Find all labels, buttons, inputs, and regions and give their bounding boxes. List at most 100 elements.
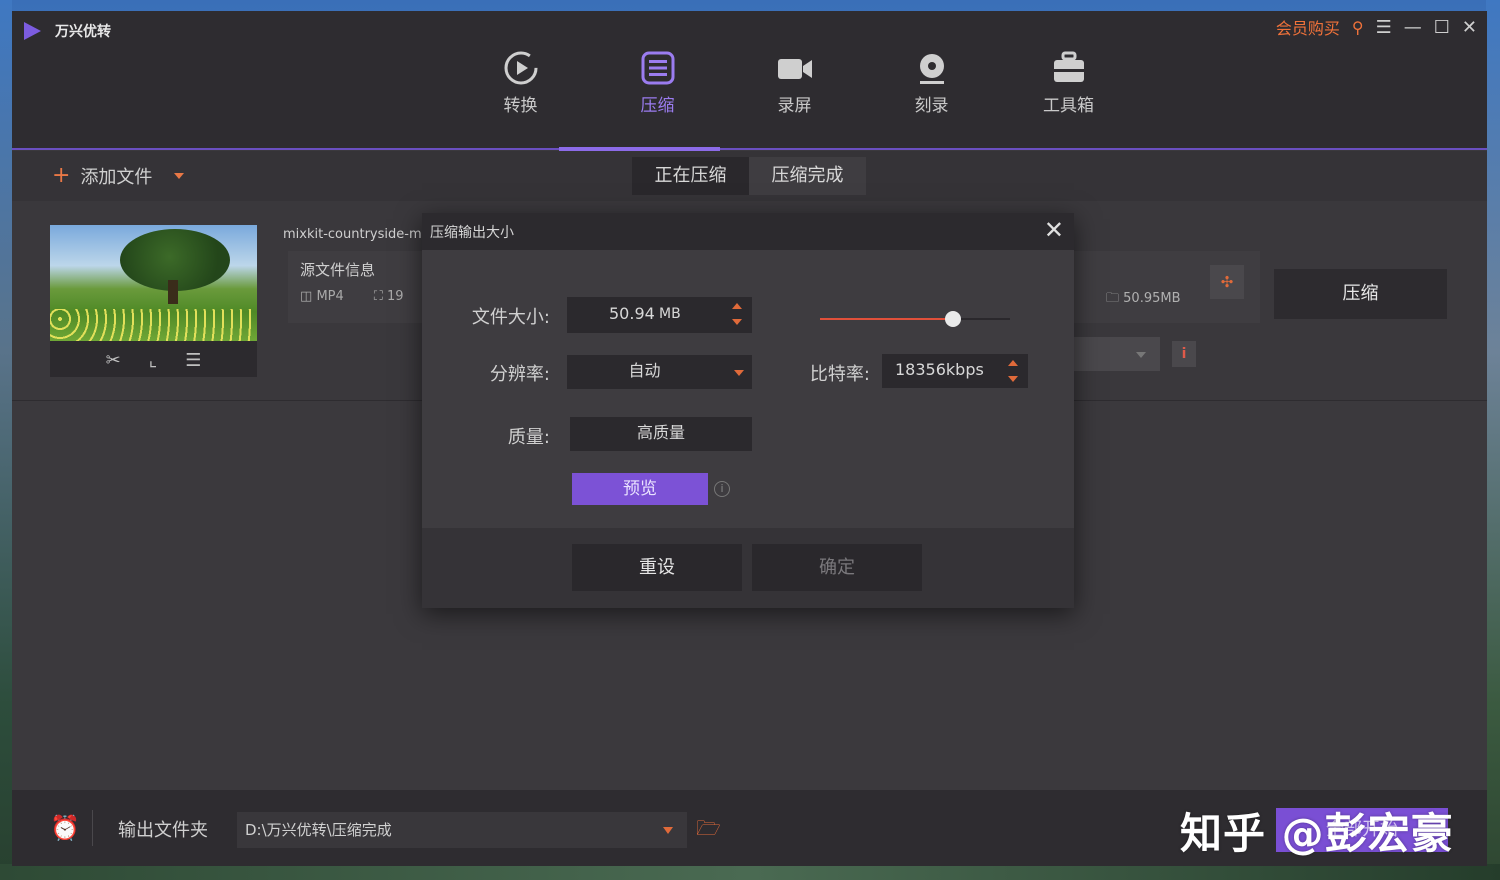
open-folder-icon[interactable]: 🗁 [696,814,721,848]
chevron-down-icon [734,370,744,376]
quality-value: 高质量 [636,423,685,442]
file-size-slider[interactable] [820,311,1010,327]
flowers [50,309,257,341]
output-format-dropdown[interactable] [1074,337,1160,371]
close-icon[interactable]: ✕ [1044,216,1064,244]
tab-completed[interactable]: 压缩完成 [749,157,866,195]
nav-label: 录屏 [777,96,812,116]
status-tabs: 正在压缩 压缩完成 [632,157,866,195]
toolbar: + 添加文件 正在压缩 压缩完成 [12,151,1487,201]
nav-divider [12,148,1487,150]
dialog-header: 压缩输出大小 ✕ [422,213,1074,250]
output-size-value: 50.95MB [1123,291,1181,306]
source-meta: ◫ MP4 ⛶ 19 [300,289,404,304]
app-title: 万兴优转 [55,24,111,40]
spinner-icon[interactable] [1008,360,1018,382]
video-thumbnail[interactable] [50,225,257,341]
resize-icon: ⛶ [373,289,383,304]
file-name: mixkit-countryside-mea [283,227,438,242]
divider [92,810,93,846]
nav-label: 工具箱 [1043,96,1094,116]
preview-button[interactable]: 预览 [572,473,708,505]
format-info: ◫ MP4 [300,289,344,304]
thumbnail-tools: ✂ ⌞ ☰ [50,343,257,377]
video-thumbnail-card: ✂ ⌞ ☰ [50,225,257,377]
watermark: 知乎 @彭宏豪 [1180,809,1454,858]
menu-icon[interactable]: ☰ [1376,17,1392,38]
disc-icon [863,49,1000,87]
adjust-icon[interactable]: ☰ [185,350,201,371]
output-size: 🗀 50.95MB [1106,289,1181,311]
chevron-down-icon [663,827,673,834]
compress-size-dialog: 压缩输出大小 ✕ 文件大小: 50.94 MB 分辨率: 自动 比特率: 183… [422,213,1074,608]
info-icon[interactable]: i [714,481,730,497]
reset-button[interactable]: 重设 [572,544,742,591]
compress-settings-icon[interactable]: ✣ [1210,265,1244,299]
key-icon[interactable]: ⚲ [1352,18,1364,37]
nav-toolbox[interactable]: 工具箱 [1000,49,1137,116]
scissors-icon[interactable]: ✂ [106,350,121,371]
app-logo: 万兴优转 [24,21,111,41]
file-size-input[interactable]: 50.94 MB [567,297,752,333]
folder-outline-icon: 🗀 [1106,291,1120,306]
bottom-bar: ⏰ 输出文件夹 D:\万兴优转\压缩完成 🗁 全部开始 知乎 @彭宏豪 [12,790,1487,866]
bitrate-value: 18356kbps [895,360,984,379]
output-folder-label: 输出文件夹 [118,820,208,841]
output-path-value: D:\万兴优转\压缩完成 [245,821,392,839]
toolbox-icon [1000,49,1137,87]
maximize-icon[interactable]: ☐ [1434,17,1450,38]
crop-icon[interactable]: ⌞ [149,350,157,371]
minimize-icon[interactable]: — [1404,17,1422,38]
info-icon[interactable]: i [1172,341,1196,367]
slider-fill [820,318,953,320]
confirm-button[interactable]: 确定 [752,544,922,591]
nav-record[interactable]: 录屏 [726,49,863,116]
slider-knob[interactable] [945,311,961,327]
alarm-clock-icon[interactable]: ⏰ [50,814,80,842]
desktop-background-bottom [0,864,1500,880]
tree-trunk [168,280,178,304]
tab-compressing[interactable]: 正在压缩 [632,157,749,195]
desktop-background-left [0,0,12,880]
quality-label: 质量: [507,427,550,448]
file-format: MP4 [316,289,344,304]
compress-icon [589,49,726,87]
quality-select[interactable]: 高质量 [570,417,752,451]
film-icon: ◫ [300,289,313,304]
source-info-title: 源文件信息 [300,261,376,279]
output-path-select[interactable]: D:\万兴优转\压缩完成 [237,812,687,848]
nav-compress[interactable]: 压缩 [589,49,726,116]
vip-purchase-link[interactable]: 会员购买 [1276,15,1340,39]
resolution-select[interactable]: 自动 [567,355,752,389]
plus-icon: + [52,163,71,188]
window-controls: 会员购买 ⚲ ☰ — ☐ ✕ [1276,15,1477,39]
file-resolution-partial: 19 [387,289,404,304]
file-size-value: 50.94 [609,304,655,323]
nav-convert[interactable]: 转换 [452,49,589,116]
camera-icon [726,49,863,87]
spinner-icon[interactable] [732,303,742,325]
chevron-down-icon[interactable] [174,173,185,179]
play-circle-icon [452,49,589,87]
nav-burn[interactable]: 刻录 [863,49,1000,116]
file-size-label: 文件大小: [471,307,550,328]
desktop-background-right [1486,0,1500,880]
resolution-info: ⛶ 19 [374,289,404,304]
bitrate-input[interactable]: 18356kbps [882,354,1028,388]
compress-button[interactable]: 压缩 [1274,269,1447,319]
dialog-footer: 重设 确定 [422,528,1074,608]
chevron-down-icon [1136,352,1146,358]
main-nav: 转换 压缩 录屏 刻录 工具箱 [452,49,1137,116]
resolution-value: 自动 [628,361,661,380]
top-bar: 万兴优转 会员购买 ⚲ ☰ — ☐ ✕ 转换 压缩 录屏 刻录 工具箱 [12,11,1487,151]
output-info-box: 🗀 50.95MB ✣ [1074,251,1260,323]
nav-label: 转换 [503,96,538,116]
file-size-unit: MB [659,306,681,322]
add-file-button[interactable]: + 添加文件 [52,163,185,189]
logo-icon [24,22,41,40]
nav-label: 刻录 [914,96,949,116]
close-icon[interactable]: ✕ [1462,17,1477,38]
nav-label: 压缩 [640,96,675,116]
dialog-title: 压缩输出大小 [430,225,514,241]
source-info-box: 源文件信息 ◫ MP4 ⛶ 19 [288,251,428,323]
